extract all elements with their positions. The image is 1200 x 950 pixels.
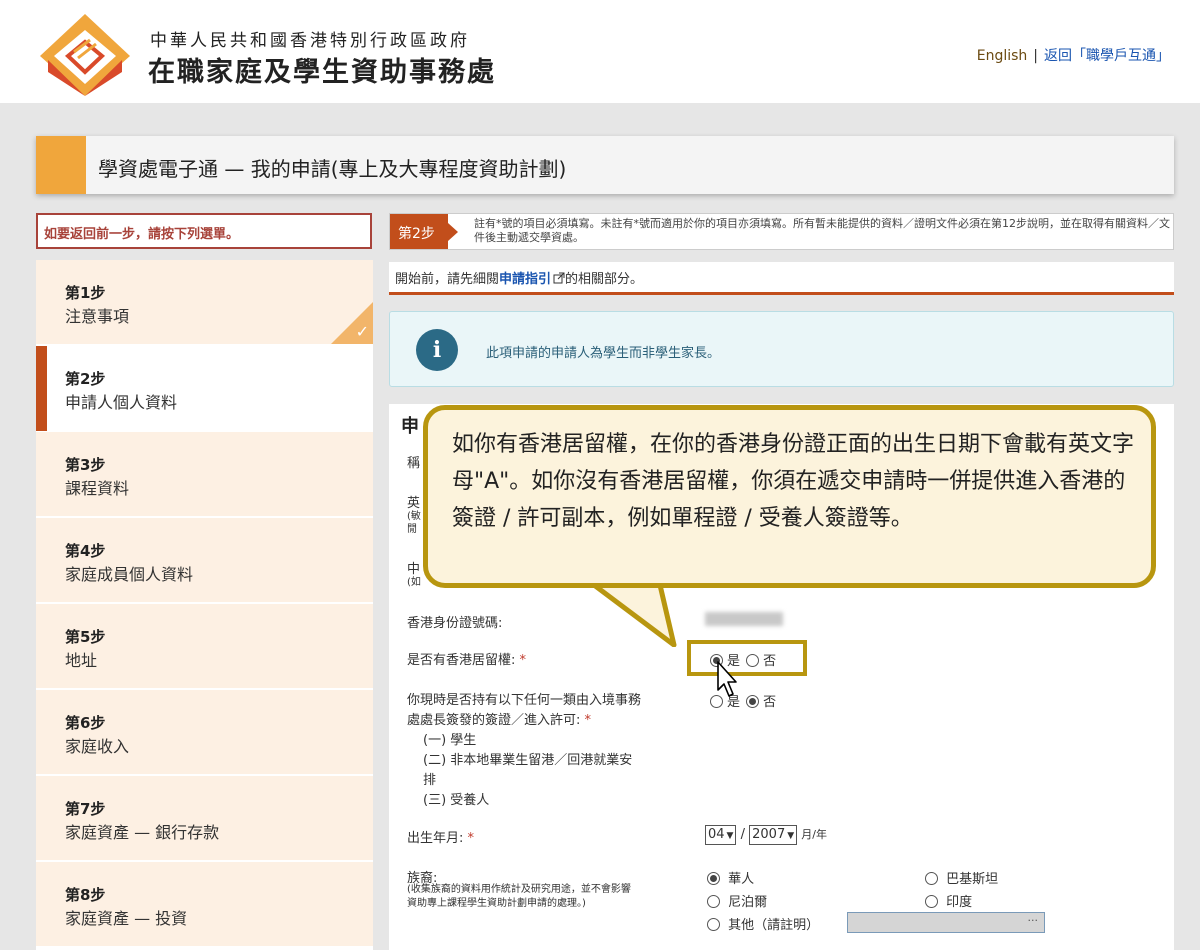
gov-name: 中華人民共和國香港特別行政區政府	[150, 31, 470, 51]
external-link-icon	[553, 272, 565, 284]
tooltip-callout: 如你有香港居留權，在你的香港身份證正面的出生日期下會載有英文字母"A"。如你沒有…	[423, 405, 1156, 588]
step-name: 家庭收入	[65, 737, 130, 756]
radio-indian[interactable]	[925, 895, 938, 908]
step-name: 注意事項	[65, 307, 130, 326]
guide-link[interactable]: 申請指引	[499, 272, 551, 287]
page-title: 學資處電子通 — 我的申請(專上及大專程度資助計劃)	[98, 157, 567, 181]
callout-text: 如你有香港居留權，在你的香港身份證正面的出生日期下會載有英文字母"A"。如你沒有…	[452, 432, 1135, 531]
field-label-partial: (敏	[407, 511, 421, 522]
step-item-1[interactable]: 第1步 注意事項 ✓	[36, 260, 373, 345]
step-name: 課程資料	[65, 479, 130, 498]
step-name: 地址	[65, 651, 98, 670]
radio-abode-no[interactable]	[746, 654, 760, 667]
info-box: i 此項申請的申請人為學生而非學生家長。	[389, 311, 1174, 387]
current-step-tag: 第2步	[390, 214, 458, 249]
step-name: 家庭資產 — 銀行存款	[65, 823, 220, 842]
ethnicity-note: 資助專上課程學生資助計劃申請的處理。)	[407, 898, 586, 909]
hkid-label: 香港身份證號碼:	[407, 616, 503, 631]
dept-name: 在職家庭及學生資助事務處	[148, 57, 496, 88]
step-name: 家庭成員個人資料	[65, 565, 194, 584]
visa-item: (三) 受養人	[423, 793, 490, 808]
step-number: 第6步	[65, 714, 106, 732]
step-note: 註有*號的項目必須填寫。未註有*號而適用於你的項目亦須填寫。所有暫未能提供的資料…	[474, 217, 1170, 244]
step-number: 第4步	[65, 542, 106, 560]
field-label-partial: 稱	[407, 456, 421, 471]
visa-label-line1: 你現時是否持有以下任何一類由入境事務	[407, 693, 642, 708]
section-title: 申	[401, 416, 419, 437]
dob-fields: 04 ▼ / 2007 ▼ 月/年	[705, 825, 827, 845]
step-item-8[interactable]: 第8步 家庭資產 — 投資	[36, 862, 373, 947]
ethnicity-nepalese: 尼泊爾	[707, 891, 767, 910]
hkid-value-redacted	[705, 612, 783, 626]
step-number: 第3步	[65, 456, 106, 474]
step-number: 第5步	[65, 628, 106, 646]
site-header: 中華人民共和國香港特別行政區政府 在職家庭及學生資助事務處 English | 返回…	[0, 0, 1200, 103]
step-number: 第1步	[65, 284, 106, 302]
step-item-7[interactable]: 第7步 家庭資產 — 銀行存款	[36, 776, 373, 861]
field-label-partial: (如	[407, 577, 421, 588]
top-links: English | 返回「職學戶互通」	[977, 45, 1170, 65]
radio-chinese[interactable]	[707, 872, 720, 885]
radio-pakistani[interactable]	[925, 872, 938, 885]
mouse-cursor-icon	[717, 661, 737, 697]
field-label-partial: 閒	[407, 524, 417, 535]
radio-nepalese[interactable]	[707, 895, 720, 908]
ethnicity-indian: 印度	[925, 891, 972, 910]
step-number: 第7步	[65, 800, 106, 818]
dob-month-select[interactable]: 04 ▼	[705, 825, 737, 845]
title-accent	[36, 136, 86, 194]
info-icon: i	[416, 329, 458, 371]
radio-label-no: 否	[763, 654, 777, 669]
step-item-4[interactable]: 第4步 家庭成員個人資料	[36, 518, 373, 603]
visa-item: (二) 非本地畢業生留港／回港就業安	[423, 753, 633, 768]
step-name: 申請人個人資料	[65, 393, 178, 412]
english-link[interactable]: English	[977, 48, 1028, 64]
wfsfaa-logo-icon[interactable]	[38, 12, 132, 96]
page-title-bar: 學資處電子通 — 我的申請(專上及大專程度資助計劃)	[36, 136, 1174, 194]
info-message: 此項申請的申請人為學生而非學生家長。	[486, 346, 721, 361]
step-number: 第8步	[65, 886, 106, 904]
right-of-abode-label: 是否有香港居留權: *	[407, 653, 527, 668]
ethnicity-chinese: 華人	[707, 868, 754, 887]
checkmark-icon: ✓	[355, 322, 369, 341]
field-label-partial: 英	[407, 496, 421, 511]
back-to-portal-link[interactable]: 返回「職學戶互通」	[1044, 48, 1170, 64]
step-name: 家庭資產 — 投資	[65, 909, 188, 928]
ethnicity-note: (收集族裔的資料用作統計及研究用途，並不會影響	[407, 884, 631, 895]
step-item-2[interactable]: 第2步 申請人個人資料	[36, 346, 373, 431]
step-menu: 第1步 注意事項 ✓ 第2步 申請人個人資料 第3步 課程資料 第4步 家庭成員…	[36, 260, 373, 950]
step-header: 第2步 註有*號的項目必須填寫。未註有*號而適用於你的項目亦須填寫。所有暫未能提…	[389, 213, 1174, 250]
read-guide-notice: 開始前，請先細閱申請指引 的相關部分。	[389, 262, 1174, 295]
back-hint: 如要返回前一步，請按下列選單。	[36, 213, 372, 249]
callout-tail	[592, 583, 677, 647]
other-ethnicity-input[interactable]: ···	[847, 912, 1045, 933]
radio-other[interactable]	[707, 918, 720, 931]
dob-label: 出生年月: *	[407, 831, 475, 846]
input-dots: ···	[1027, 914, 1039, 927]
visa-item: (一) 學生	[423, 733, 477, 748]
dob-year-select[interactable]: 2007 ▼	[749, 825, 798, 845]
radio-label-no: 否	[763, 695, 777, 710]
read-guide-suffix: 的相關部分。	[565, 272, 644, 287]
visa-item: 排	[423, 773, 437, 788]
ethnicity-other: 其他（請註明）	[707, 914, 819, 933]
radio-visa-no[interactable]	[746, 695, 760, 708]
step-number: 第2步	[65, 370, 106, 388]
step-item-5[interactable]: 第5步 地址	[36, 604, 373, 689]
visa-label-line2: 處處長簽發的簽證／進入許可: *	[407, 713, 592, 728]
step-item-3[interactable]: 第3步 課程資料	[36, 432, 373, 517]
step-item-6[interactable]: 第6步 家庭收入	[36, 690, 373, 775]
ethnicity-pakistani: 巴基斯坦	[925, 868, 998, 887]
dob-separator: /	[740, 827, 745, 842]
field-label-partial: 中	[407, 562, 421, 577]
dob-unit: 月/年	[801, 828, 828, 841]
read-guide-prefix: 開始前，請先細閱	[395, 272, 500, 287]
link-separator: |	[1033, 48, 1038, 64]
